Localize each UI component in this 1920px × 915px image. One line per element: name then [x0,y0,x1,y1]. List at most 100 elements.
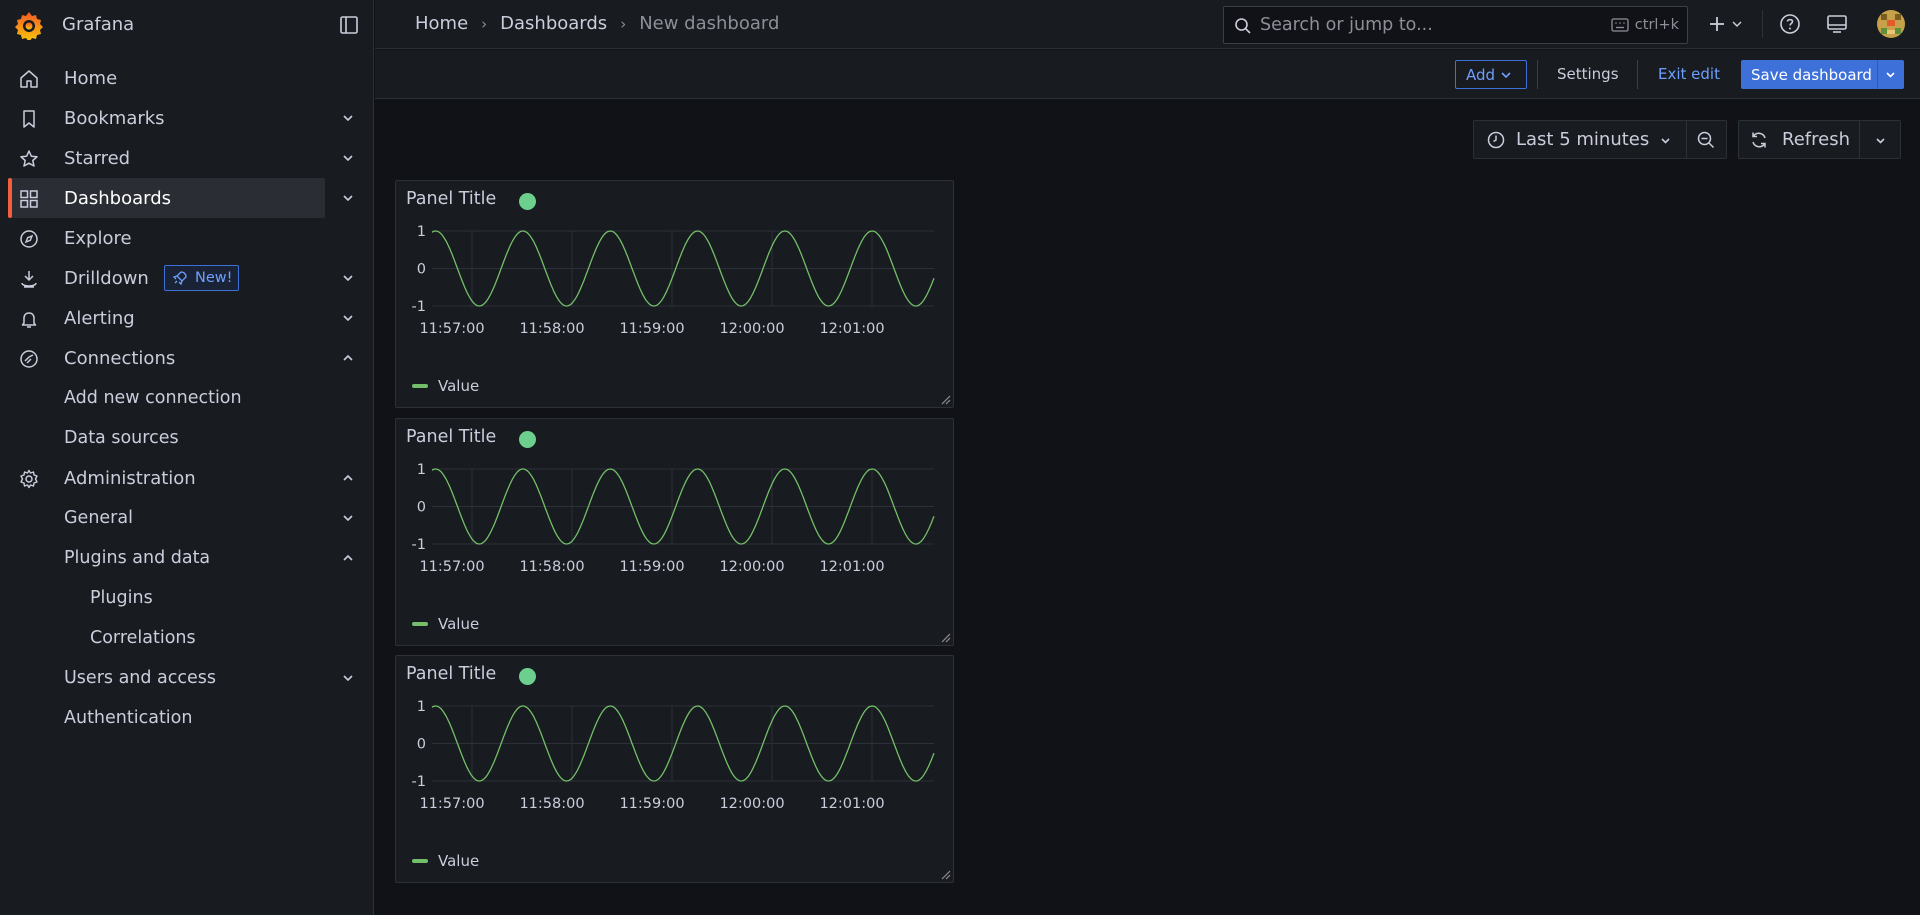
legend[interactable]: Value [412,852,479,870]
y-tick-label: -1 [412,537,426,553]
y-tick-label: -1 [412,774,426,790]
x-tick-label: 12:00:00 [719,559,784,575]
bookmark-icon [23,110,35,128]
y-tick-label: 0 [417,262,426,278]
legend-swatch [412,384,428,388]
brand[interactable]: Grafana [0,0,373,49]
sidebar-item-label: Alerting [64,307,135,329]
new-badge: New! [164,265,240,291]
chevron-down-icon[interactable] [1730,12,1744,36]
chevron-down-icon[interactable] [340,190,356,206]
time-series-chart[interactable]: 1 0 -1 11:57:00 11:58:00 11:59:00 12:00:00 12:0… [396,699,955,836]
sidebar-item-plugins-and-data[interactable]: Plugins and data [0,538,373,578]
x-tick-label: 11:58:00 [519,559,584,575]
sidebar-item-label: Starred [64,147,131,169]
legend[interactable]: Value [412,615,479,633]
time-range-picker[interactable]: Last 5 minutes [1473,120,1727,159]
sidebar-item-drilldown[interactable]: Drilldown New! [0,258,373,298]
y-tick-label: 1 [417,224,426,240]
sidebar-item-general[interactable]: General [0,498,373,538]
exit-edit-button[interactable]: Exit edit [1658,65,1720,83]
y-tick-label: 1 [417,462,426,478]
sidebar-item-connections[interactable]: Connections [0,338,373,378]
sidebar-item-explore[interactable]: Explore [0,218,373,258]
chevron-down-icon[interactable] [340,310,356,326]
resize-handle-icon[interactable] [939,868,951,880]
zoom-out-icon[interactable] [1696,130,1716,150]
avatar[interactable] [1877,10,1905,38]
help-icon[interactable] [1778,12,1802,36]
sidebar-item-label: Plugins and data [64,548,211,568]
sidebar-item-label: Home [64,67,118,89]
sidebar-item-data-sources[interactable]: Data sources [0,418,373,458]
sidebar-item-plugins[interactable]: Plugins [0,578,373,618]
chevron-down-icon[interactable] [340,150,356,166]
panel-title[interactable]: Panel Title [406,427,496,447]
avatar-image [1877,10,1905,38]
new-badge-label: New! [195,270,233,286]
chevron-down-icon[interactable] [1883,67,1898,82]
chevron-down-icon [1661,138,1670,144]
sidebar-item-dashboards[interactable]: Dashboards [0,178,373,218]
resize-handle-icon[interactable] [939,631,951,643]
sidebar: Grafana Home Bookmarks Starred Dashboard… [0,0,374,915]
sidebar-item-label: Explore [64,227,132,249]
panel-title[interactable]: Panel Title [406,664,496,684]
sidebar-item-correlations[interactable]: Correlations [0,618,373,658]
sidebar-item-authentication[interactable]: Authentication [0,698,373,738]
plus-icon[interactable] [1705,12,1729,36]
sidebar-item-label: Data sources [64,428,179,448]
sidebar-item-label: Users and access [64,668,217,688]
legend-swatch [412,859,428,863]
panel-title[interactable]: Panel Title [406,189,496,209]
sidebar-item-alerting[interactable]: Alerting [0,298,373,338]
keyboard-icon [1611,18,1629,32]
chevron-down-icon[interactable] [340,670,356,686]
resize-handle-icon[interactable] [939,393,951,405]
sidebar-item-home[interactable]: Home [0,58,373,98]
save-dashboard-button[interactable]: Save dashboard [1741,60,1904,89]
sidebar-item-add-new-connection[interactable]: Add new connection [0,378,373,418]
legend[interactable]: Value [412,377,479,395]
sidebar-item-bookmarks[interactable]: Bookmarks [0,98,373,138]
x-tick-label: 12:01:00 [819,321,884,337]
chevron-down-icon[interactable] [1873,133,1888,148]
chevron-down-icon[interactable] [340,510,356,526]
divider [1859,121,1860,158]
y-tick-label: 1 [417,699,426,715]
sidebar-item-administration[interactable]: Administration [0,458,373,498]
chevron-up-icon[interactable] [340,470,356,486]
kiosk-mode-icon[interactable] [1825,12,1849,36]
search-input[interactable]: Search or jump to... ctrl+k [1223,6,1688,44]
settings-button[interactable]: Settings [1557,65,1619,83]
x-tick-label: 12:01:00 [819,796,884,812]
sidebar-item-starred[interactable]: Starred [0,138,373,178]
y-tick-label: 0 [417,737,426,753]
panel[interactable]: Panel Title 1 0 -1 11:57:00 11:58:00 11:59:00… [395,418,954,646]
dock-menu-icon[interactable] [338,14,360,36]
status-dot [519,193,536,210]
chevron-down-icon[interactable] [340,270,356,286]
time-series-chart[interactable]: 1 0 -1 11:57:00 11:58:00 11:59:00 12:00:00 12:0… [396,462,955,599]
refresh-button[interactable]: Refresh [1738,120,1901,159]
sidebar-item-users-and-access[interactable]: Users and access [0,658,373,698]
chevron-down-icon[interactable] [340,110,356,126]
rocket-icon [172,271,187,286]
dashboard-edit-toolbar: Add Settings Exit edit Save dashboard [375,50,1920,99]
x-tick-label: 11:59:00 [619,321,684,337]
top-bar: Home › Dashboards › New dashboard Search… [375,0,1920,49]
breadcrumb-dashboards[interactable]: Dashboards [500,13,607,34]
compass-icon [20,230,38,248]
panel[interactable]: Panel Title 1 0 -1 11:57:00 11:58:00 11:59:00… [395,180,954,408]
add-button[interactable]: Add [1455,60,1527,89]
breadcrumb-home[interactable]: Home [415,13,468,34]
sidebar-item-label: Administration [64,467,196,489]
chevron-down-icon [1501,71,1511,78]
chevron-up-icon[interactable] [340,350,356,366]
refresh-label: Refresh [1782,129,1850,150]
x-tick-label: 11:58:00 [519,796,584,812]
x-tick-label: 11:57:00 [419,321,484,337]
time-series-chart[interactable]: 1 0 -1 11:57:00 11:58:00 11:59:00 12:00:00 12:0… [396,224,955,361]
chevron-up-icon[interactable] [340,550,356,566]
panel[interactable]: Panel Title 1 0 -1 11:57:00 11:58:00 11:59:00… [395,655,954,883]
